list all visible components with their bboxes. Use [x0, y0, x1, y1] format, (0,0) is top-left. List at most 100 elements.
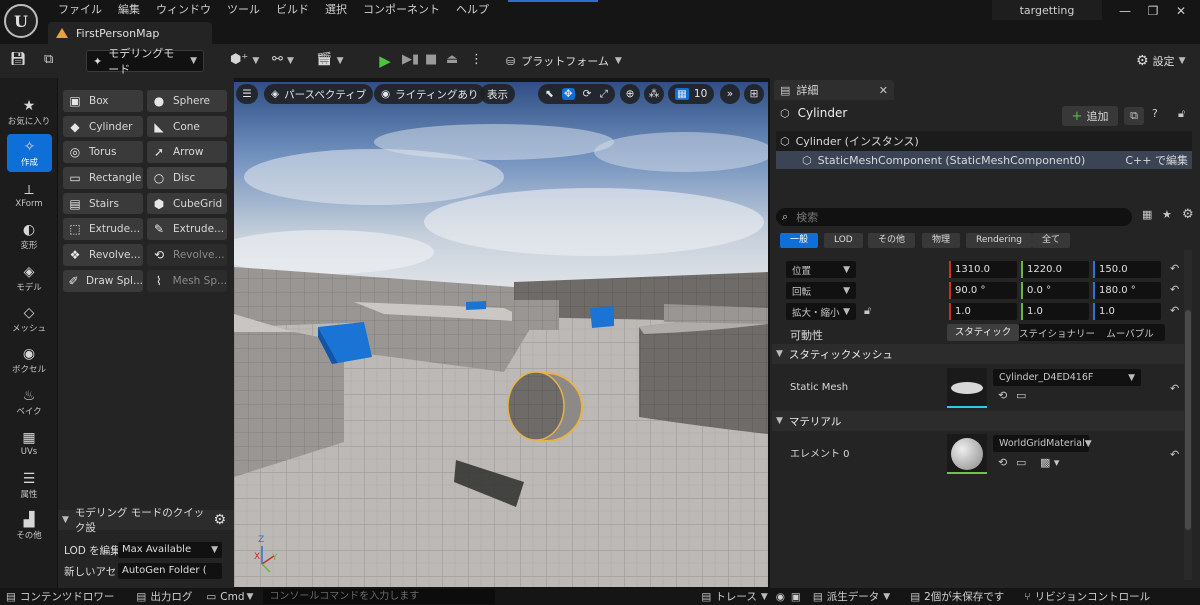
eject-icon[interactable]: ⏏ — [446, 52, 458, 67]
material-section[interactable]: ▼ マテリアル — [772, 411, 1184, 431]
tool-button[interactable]: ● Sphere — [147, 90, 227, 112]
tool-button[interactable]: ○ Disc — [147, 167, 227, 189]
quick-settings-header[interactable]: ▼ モデリング モードのクイック設 ⚙ — [58, 507, 234, 534]
platform-menu[interactable]: ⛁ プラットフォーム ▼ — [506, 50, 622, 72]
show-button[interactable]: 表示 — [480, 84, 515, 104]
static-mesh-thumbnail[interactable] — [947, 368, 987, 408]
tool-button[interactable]: ◣ Cone — [147, 115, 227, 138]
menu-edit[interactable]: 編集 — [110, 1, 148, 19]
lock-icon[interactable]: 🔓︎ — [1178, 107, 1185, 121]
mobility-stationary[interactable]: ステイショナリー — [1019, 326, 1095, 340]
record-icon[interactable]: ◉ — [776, 591, 785, 603]
transform-z-field[interactable]: 180.0 ° — [1093, 282, 1161, 299]
transform-y-field[interactable]: 1.0 — [1021, 303, 1089, 320]
grid-snap-button[interactable]: ▦ 10 — [668, 84, 715, 104]
mode-9[interactable]: ☰ 属性 — [0, 465, 58, 506]
gear-icon[interactable]: ⚙ — [1182, 207, 1194, 222]
material-thumbnail[interactable] — [947, 434, 987, 474]
mode-7[interactable]: ♨ ベイク — [0, 382, 58, 423]
tool-button[interactable]: ➚ Arrow — [147, 141, 227, 164]
tree-instance-row[interactable]: ⬡ Cylinder (インスタンス) — [780, 133, 919, 149]
mode-6[interactable]: ◉ ボクセル — [0, 340, 58, 381]
tool-button[interactable]: ▣ Box — [63, 90, 143, 112]
menu-tools[interactable]: ツール — [219, 1, 268, 19]
lighting-button[interactable]: ◉ ライティングあり — [374, 84, 486, 104]
reset-icon[interactable]: ↶ — [1170, 304, 1179, 317]
category-tab[interactable]: 一般 — [780, 233, 819, 248]
play-button[interactable]: ▶ — [374, 50, 396, 72]
mode-1[interactable]: ✧ 作成 — [7, 134, 52, 173]
category-tab[interactable]: 物理 — [922, 233, 961, 248]
browse-asset-icon[interactable]: ⟲ — [998, 389, 1007, 402]
surface-snap-icon[interactable]: ⁂ — [644, 84, 664, 104]
tool-button[interactable]: ▤ Stairs — [63, 192, 143, 215]
material-picker[interactable]: WorldGridMaterial ▼ — [993, 435, 1092, 452]
menu-build[interactable]: ビルド — [268, 1, 317, 19]
asset-location-select[interactable]: AutoGen Folder ( — [118, 563, 222, 579]
menu-select[interactable]: 選択 — [317, 1, 355, 19]
mode-3[interactable]: ◐ 変形 — [0, 216, 58, 257]
tool-button[interactable]: ▭ Rectangle — [63, 167, 143, 189]
mobility-movable[interactable]: ムーバブル — [1095, 326, 1165, 340]
transform-label-dropdown[interactable]: 回転 ▼ — [786, 282, 856, 299]
mobility-static[interactable]: スタティック — [947, 324, 1019, 341]
category-tab[interactable]: Rendering — [966, 233, 1032, 248]
tool-button[interactable]: ⬢ CubeGrid — [147, 192, 227, 215]
tool-button[interactable]: ✎ Extrude... — [147, 218, 227, 241]
tool-button[interactable]: ◆ Cylinder — [63, 115, 143, 138]
lod-select[interactable]: Max Available ▼ — [118, 542, 222, 558]
transform-x-field[interactable]: 1310.0 — [949, 261, 1017, 278]
minimize-icon[interactable]: — — [1110, 0, 1140, 22]
maximize-icon[interactable]: ❐ — [1138, 0, 1168, 22]
tool-button[interactable]: ⬚ Extrude... — [63, 218, 143, 241]
transform-x-field[interactable]: 90.0 ° — [949, 282, 1017, 299]
add-component-button[interactable]: + 追加 — [1062, 106, 1118, 126]
reset-icon[interactable]: ↶ — [1170, 262, 1179, 275]
mode-5[interactable]: ◇ メッシュ — [0, 299, 58, 340]
settings-menu[interactable]: ⚙ 設定 ▼ — [1136, 50, 1185, 72]
cpp-edit-link[interactable]: C++ で編集 — [1125, 152, 1188, 168]
cinematics-icon[interactable]: 🎬︎ ▼ — [316, 52, 344, 67]
tool-button[interactable]: ⟲ Revolve... — [147, 244, 227, 266]
output-log-button[interactable]: 出力ログ — [150, 589, 192, 604]
scale-icon[interactable]: ⤢ — [599, 88, 607, 101]
select-icon[interactable]: ⬉ — [545, 88, 554, 100]
menu-component[interactable]: コンポーネント — [355, 1, 448, 19]
mode-8[interactable]: ▦ UVs — [0, 423, 58, 464]
blueprint-icon[interactable]: ⧉ — [1124, 107, 1144, 125]
transform-label-dropdown[interactable]: 位置 ▼ — [786, 261, 856, 278]
menu-window[interactable]: ウィンドウ — [148, 1, 219, 19]
content-drawer-button[interactable]: コンテンツドロワー — [20, 589, 115, 604]
mode-selector[interactable]: ✦ モデリングモード ▼ — [86, 47, 204, 76]
category-tab[interactable]: LOD — [824, 233, 863, 248]
close-tab-icon[interactable]: ✕ — [879, 84, 888, 97]
trace-button[interactable]: トレース — [715, 589, 756, 604]
browse-icon[interactable]: ⧉ — [44, 52, 53, 67]
layout-icon[interactable]: ⊞ — [744, 84, 764, 104]
tool-button[interactable]: ◎ Torus — [63, 141, 143, 164]
reset-icon[interactable]: ↶ — [1170, 448, 1179, 461]
search-input[interactable]: 検索 — [796, 209, 818, 225]
help-icon[interactable]: ? — [1152, 107, 1158, 120]
tool-button[interactable]: ✐ Draw Spl... — [63, 269, 143, 292]
transform-z-field[interactable]: 1.0 — [1093, 303, 1161, 320]
checker-icon[interactable]: ▩ ▾ — [1040, 456, 1059, 469]
map-tab[interactable]: FirstPersonMap — [48, 22, 212, 44]
close-icon[interactable]: ✕ — [1166, 0, 1196, 22]
translate-icon[interactable]: ✥ — [561, 88, 575, 100]
add-actor-icon[interactable]: ⬢⁺ ▼ — [230, 52, 259, 67]
world-space-icon[interactable]: ⊕ — [620, 84, 640, 104]
menu-help[interactable]: ヘルプ — [448, 1, 497, 19]
category-tab[interactable]: 全て — [1032, 233, 1071, 248]
viewport-menu-icon[interactable]: ☰ — [236, 84, 258, 104]
revision-control-button[interactable]: リビジョンコントロール — [1035, 589, 1151, 604]
cmd-button[interactable]: Cmd — [220, 591, 244, 603]
transform-z-field[interactable]: 150.0 — [1093, 261, 1161, 278]
mode-4[interactable]: ◈ モデル — [0, 258, 58, 299]
mode-2[interactable]: ⟂ XForm — [0, 175, 58, 216]
mode-0[interactable]: ★ お気に入り — [0, 92, 58, 133]
save-icon[interactable]: 💾︎ — [10, 52, 27, 67]
tool-button[interactable]: ❖ Revolve... — [63, 244, 143, 266]
unsaved-status[interactable]: 2個が未保存です — [924, 589, 1004, 604]
scrollbar-thumb[interactable] — [1185, 310, 1191, 530]
